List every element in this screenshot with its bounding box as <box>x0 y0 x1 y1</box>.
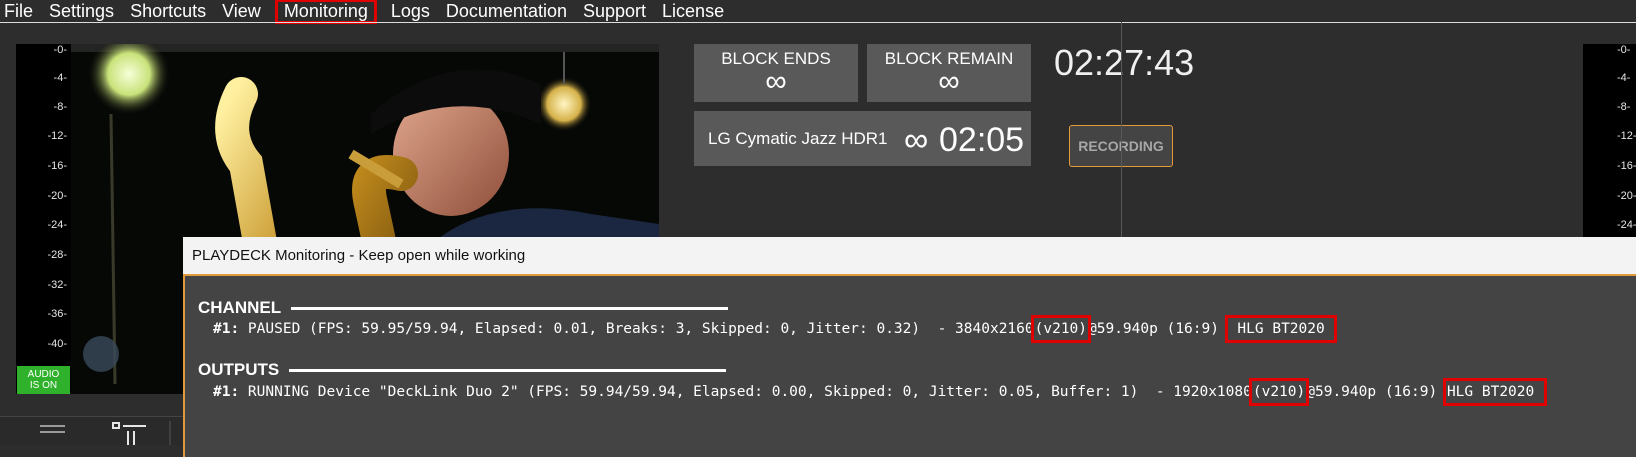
meter-tick: -16- <box>1617 160 1636 172</box>
outputs-heading-text: OUTPUTS <box>198 360 280 379</box>
list-icon <box>40 425 65 433</box>
meter-tick: -28- <box>47 249 67 261</box>
meter-tick: -12- <box>47 130 67 142</box>
channel-text-b: @59.940p (16:9) <box>1088 321 1228 337</box>
outputs-rule <box>289 368 727 372</box>
grid-icon <box>112 422 146 445</box>
menu-view[interactable]: View <box>222 1 261 22</box>
audio-badge-line2: IS ON <box>29 380 58 391</box>
menu-bar: File Settings Shortcuts View Monitoring … <box>0 0 1636 24</box>
meter-tick: -24- <box>47 219 67 231</box>
output-status-line: #1: RUNNING Device "DeckLink Duo 2" (FPS… <box>213 378 1547 406</box>
output-text-b: @59.940p (16:9) <box>1306 384 1446 400</box>
panel-divider <box>1121 22 1122 240</box>
toolbar-icons <box>40 421 171 445</box>
audio-meter-left: -0- -4- -8- -12- -16- -20- -24- -28- -32… <box>16 44 71 394</box>
monitoring-body: CHANNEL #1: PAUSED (FPS: 59.95/59.94, El… <box>183 276 1636 457</box>
menu-settings[interactable]: Settings <box>49 1 114 22</box>
meter-tick: -32- <box>47 279 67 291</box>
menu-shortcuts[interactable]: Shortcuts <box>130 1 206 22</box>
meter-tick: -8- <box>53 101 67 113</box>
menu-logs[interactable]: Logs <box>391 1 430 22</box>
monitoring-titlebar[interactable]: PLAYDECK Monitoring - Keep open while wo… <box>183 237 1636 276</box>
channel-heading: CHANNEL <box>198 298 729 318</box>
audio-on-badge[interactable]: AUDIO IS ON <box>17 366 70 394</box>
outputs-heading: OUTPUTS <box>198 360 727 380</box>
output-hdr-highlight: HLG BT2020 <box>1442 378 1547 406</box>
monitoring-title: PLAYDECK Monitoring - Keep open while wo… <box>192 247 526 264</box>
menu-license[interactable]: License <box>662 1 724 22</box>
channel-heading-text: CHANNEL <box>198 298 282 317</box>
meter-tick: -4- <box>53 72 67 84</box>
menu-file[interactable]: File <box>4 1 33 22</box>
meter-tick: -8- <box>1617 101 1631 113</box>
meter-tick: -40- <box>47 338 67 350</box>
channel-tail-digit: 0 <box>1024 321 1034 337</box>
block-remain-value: ∞ <box>938 65 960 98</box>
output-index: #1: <box>213 384 240 400</box>
block-ends-panel: BLOCK ENDS ∞ <box>694 44 858 102</box>
meter-tick: -20- <box>47 190 67 202</box>
channel-text-a: PAUSED (FPS: 59.95/59.94, Elapsed: 0.01,… <box>239 321 1025 337</box>
meter-tick: -0- <box>1617 44 1631 56</box>
menu-divider <box>0 22 1636 23</box>
audio-badge-line1: AUDIO <box>27 369 60 380</box>
meter-tick: -36- <box>47 308 67 320</box>
clock: 02:27:43 <box>1054 42 1195 83</box>
meter-tick: -4- <box>1617 72 1631 84</box>
block-remain-panel: BLOCK REMAIN ∞ <box>867 44 1031 102</box>
menu-support[interactable]: Support <box>583 1 646 22</box>
now-playing-panel: LG Cymatic Jazz HDR1 ∞ 02:05 <box>694 111 1031 166</box>
channel-status-line: #1: PAUSED (FPS: 59.95/59.94, Elapsed: 0… <box>213 315 1338 343</box>
meter-tick: -20- <box>1617 190 1636 202</box>
bottom-toolbar <box>0 416 184 445</box>
monitoring-window[interactable]: PLAYDECK Monitoring - Keep open while wo… <box>183 237 1636 457</box>
meter-tick: -24- <box>1617 219 1636 231</box>
output-format-highlight: (v210) <box>1248 378 1310 406</box>
meter-tick: -0- <box>53 44 67 56</box>
channel-rule <box>291 306 729 310</box>
block-ends-value: ∞ <box>765 65 787 98</box>
channel-hdr-highlight: HLG BT2020 <box>1224 315 1338 343</box>
menu-monitoring[interactable]: Monitoring <box>274 0 377 24</box>
meter-tick: -12- <box>1617 130 1636 142</box>
output-tail-digit: 0 <box>1243 384 1252 400</box>
hanging-bulb <box>536 76 592 132</box>
now-playing-title: LG Cymatic Jazz HDR1 <box>708 129 888 148</box>
channel-index: #1: <box>213 321 240 337</box>
output-text-a: RUNNING Device "DeckLink Duo 2" (FPS: 59… <box>239 384 1244 400</box>
menu-documentation[interactable]: Documentation <box>446 1 567 22</box>
now-playing-time: 02:05 <box>939 121 1025 159</box>
channel-format-highlight: (v210) <box>1030 315 1092 343</box>
meter-tick: -16- <box>47 160 67 172</box>
now-playing-infinity: ∞ <box>904 121 929 159</box>
